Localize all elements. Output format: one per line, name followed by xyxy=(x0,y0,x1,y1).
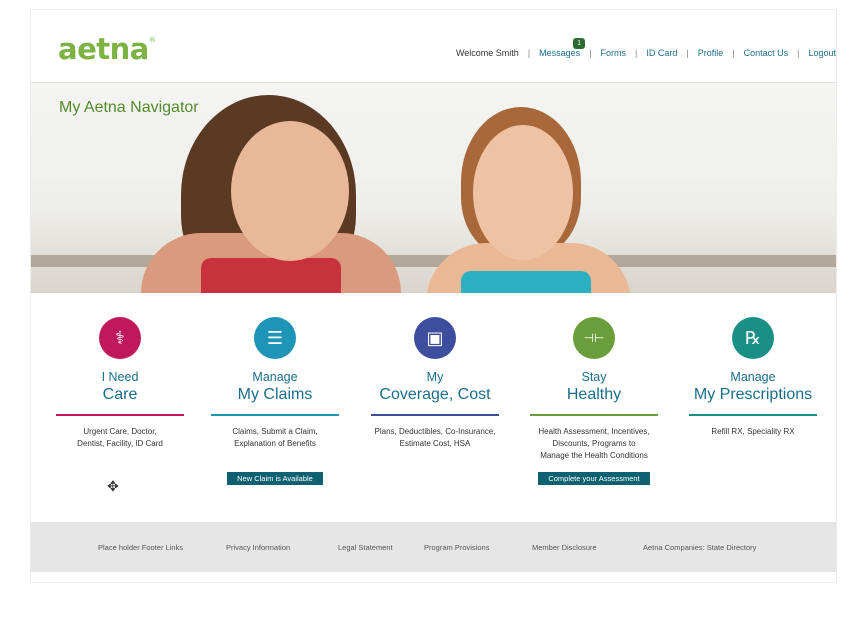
stethoscope-icon[interactable]: ⚕ xyxy=(99,317,141,359)
nav-separator: | xyxy=(686,48,689,58)
forms-link[interactable]: Forms xyxy=(601,48,627,58)
hero-banner: My Aetna Navigator xyxy=(31,83,836,293)
contact-us-link[interactable]: Contact Us xyxy=(744,48,789,58)
tile-description-line: Refill RX, Speciality RX xyxy=(711,427,795,436)
tile-title-line1: Manage xyxy=(252,370,298,384)
hero-photo-woman-right-face xyxy=(473,125,573,260)
tile-title-line1: My xyxy=(426,370,444,384)
complete-assessment-button[interactable]: Complete your Assessment xyxy=(538,472,650,485)
tile-manage-claims[interactable]: ☰ Manage My Claims Claims, Submit a Clai… xyxy=(200,306,350,486)
rx-icon[interactable]: ℞ xyxy=(732,317,774,359)
clipboard-icon[interactable]: ☰ xyxy=(254,317,296,359)
id-card-link[interactable]: ID Card xyxy=(646,48,677,58)
tile-description-line: Plans, Deductibles, Co-Insurance, xyxy=(374,427,496,436)
nav-separator: | xyxy=(527,48,531,58)
tile-divider xyxy=(689,414,817,416)
footer-link-privacy[interactable]: Privacy Information xyxy=(226,543,290,552)
logo-text: aetna xyxy=(58,32,149,66)
tile-description: Refill RX, Speciality RX xyxy=(678,426,828,438)
tile-manage-prescriptions[interactable]: ℞ Manage My Prescriptions Refill RX, Spe… xyxy=(678,306,828,438)
header: aetna® Welcome Smith | Messages 1 | Form… xyxy=(31,10,836,83)
clipboard-glyph: ☰ xyxy=(266,327,284,349)
tile-divider xyxy=(56,414,184,416)
messages-label: Messages xyxy=(539,48,581,58)
tile-description-line: Manage the Health Conditions xyxy=(540,451,648,460)
rx-glyph: ℞ xyxy=(744,327,762,349)
feature-tiles: ⚕ I Need Care Urgent Care, Doctor, Denti… xyxy=(31,306,836,521)
hero-photo-woman-left-face xyxy=(231,121,349,261)
messages-link[interactable]: Messages 1 xyxy=(539,38,586,58)
move-cursor-icon: ✥ xyxy=(107,478,119,494)
tile-description-line: Discounts, Programs to xyxy=(552,439,636,448)
tile-description-line: Estimate Cost, HSA xyxy=(399,439,471,448)
tile-divider xyxy=(371,414,499,416)
id-card-icon[interactable]: ▣ xyxy=(414,317,456,359)
tile-need-care[interactable]: ⚕ I Need Care Urgent Care, Doctor, Denti… xyxy=(45,306,195,494)
tile-title-line2: Coverage, Cost xyxy=(379,386,491,403)
tile-description: Urgent Care, Doctor, Dentist, Facility, … xyxy=(45,426,195,450)
tile-description: Health Assessment, Incentives, Discounts… xyxy=(519,426,669,462)
tile-title-line2: Healthy xyxy=(566,386,622,403)
id-card-glyph: ▣ xyxy=(426,327,444,349)
tile-description: Plans, Deductibles, Co-Insurance, Estima… xyxy=(360,426,510,450)
dumbbell-icon[interactable]: ⊣⊢ xyxy=(573,317,615,359)
nav-separator: | xyxy=(635,48,638,58)
nav-separator: | xyxy=(797,48,800,58)
tile-stay-healthy[interactable]: ⊣⊢ Stay Healthy Health Assessment, Incen… xyxy=(519,306,669,486)
tile-divider xyxy=(530,414,658,416)
stethoscope-glyph: ⚕ xyxy=(115,327,125,349)
profile-link[interactable]: Profile xyxy=(698,48,724,58)
tile-description-line: Claims, Submit a Claim, xyxy=(232,427,318,436)
footer-link-legal[interactable]: Legal Statement xyxy=(338,543,393,552)
tile-description-line: Explanation of Benefits xyxy=(234,439,316,448)
footer-link-member-disclosure[interactable]: Member Disclosure xyxy=(532,543,597,552)
footer: Place holder Footer Links Privacy Inform… xyxy=(31,522,836,572)
tile-title-line2: Care xyxy=(102,386,138,403)
aetna-logo[interactable]: aetna® xyxy=(58,32,156,66)
welcome-text: Welcome Smith xyxy=(455,48,519,58)
tile-description-line: Dentist, Facility, ID Card xyxy=(77,439,163,448)
tile-coverage-cost[interactable]: ▣ My Coverage, Cost Plans, Deductibles, … xyxy=(360,306,510,450)
tile-title-line1: Manage xyxy=(730,370,776,384)
footer-link-placeholder[interactable]: Place holder Footer Links xyxy=(98,543,183,552)
dumbbell-glyph: ⊣⊢ xyxy=(583,331,605,345)
nav-separator: | xyxy=(732,48,735,58)
tile-title-line2: My Prescriptions xyxy=(693,386,813,403)
tile-title-line1: Stay xyxy=(581,370,607,384)
hero-photo-woman-right-top xyxy=(461,271,591,293)
top-navigation: Welcome Smith | Messages 1 | Forms | ID … xyxy=(455,38,836,58)
logo-trademark: ® xyxy=(148,36,156,44)
new-claim-available-button[interactable]: New Claim is Available xyxy=(227,472,323,485)
tile-description: Claims, Submit a Claim, Explanation of B… xyxy=(200,426,350,450)
tile-title-line1: I Need xyxy=(101,370,139,384)
tile-divider xyxy=(211,414,339,416)
page: aetna® Welcome Smith | Messages 1 | Form… xyxy=(31,10,836,582)
tile-title-line2: My Claims xyxy=(237,386,313,403)
hero-title: My Aetna Navigator xyxy=(59,99,199,116)
footer-link-program-provisions[interactable]: Program Provisions xyxy=(424,543,489,552)
messages-count-badge: 1 xyxy=(573,38,586,49)
logout-link[interactable]: Logout xyxy=(808,48,836,58)
tile-description-line: Urgent Care, Doctor, xyxy=(83,427,157,436)
tile-description-line: Health Assessment, Incentives, xyxy=(538,427,650,436)
hero-photo-woman-left-top xyxy=(201,258,341,293)
footer-link-state-directory[interactable]: Aetna Companies: State Directory xyxy=(643,543,756,552)
nav-separator: | xyxy=(589,48,592,58)
